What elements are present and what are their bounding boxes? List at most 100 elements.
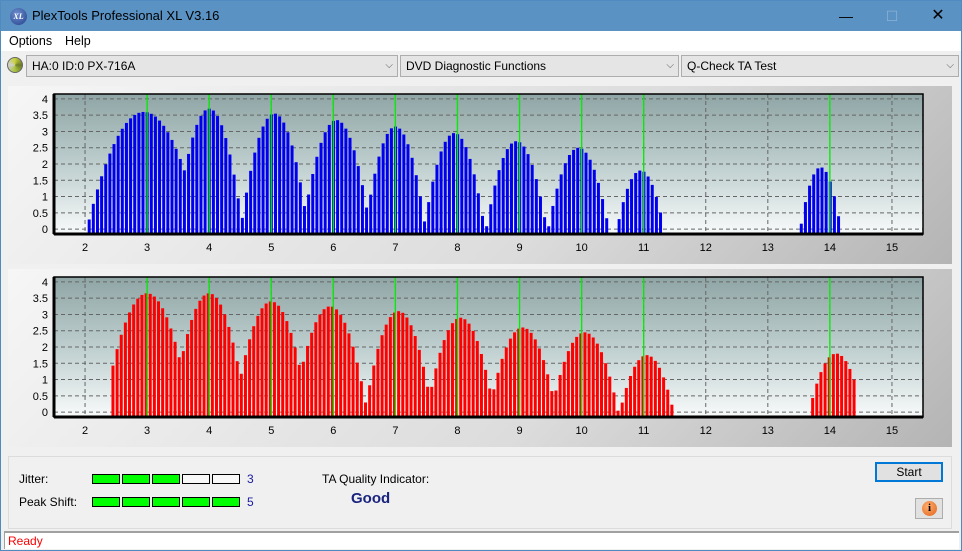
histogram-bar xyxy=(808,185,812,234)
function-select[interactable]: DVD Diagnostic Functions ⌵ xyxy=(400,55,679,77)
x-tick-label: 10 xyxy=(575,425,587,437)
histogram-bar xyxy=(243,355,247,417)
histogram-bar xyxy=(645,355,649,417)
histogram-bar xyxy=(513,332,517,417)
histogram-bar xyxy=(423,221,427,234)
histogram-bar xyxy=(190,319,194,417)
histogram-bar xyxy=(182,170,186,234)
peak-shift-label: Peak Shift: xyxy=(19,495,78,509)
x-tick-label: 8 xyxy=(454,425,460,437)
histogram-bar xyxy=(591,337,595,417)
title-bar[interactable]: XL PlexTools Professional XL V3.16 — ☐ ✕ xyxy=(1,1,961,31)
histogram-bar xyxy=(492,389,496,417)
peak-shift-meter-segment xyxy=(92,497,120,507)
histogram-bar xyxy=(551,205,555,234)
y-tick-label: 1.5 xyxy=(33,358,48,370)
menu-help[interactable]: Help xyxy=(65,34,91,48)
histogram-bar xyxy=(824,171,828,234)
close-button[interactable]: ✕ xyxy=(915,1,961,31)
histogram-bar xyxy=(525,328,529,417)
histogram-bar xyxy=(401,312,405,417)
histogram-bar xyxy=(464,147,468,234)
histogram-bar xyxy=(567,155,571,234)
land-chart-panel: 0 0.5 1 1.5 2 2.5 3 3.5 4 2 3 4 5 6 7 8 9 10 11 12 13 14 15 xyxy=(8,86,952,264)
histogram-bar xyxy=(137,112,141,234)
histogram-bar xyxy=(231,342,235,417)
histogram-bar xyxy=(819,372,823,417)
histogram-bar xyxy=(169,328,173,417)
x-tick-label: 3 xyxy=(144,242,150,254)
x-tick-label: 4 xyxy=(206,425,212,437)
histogram-bar xyxy=(554,390,558,417)
ta-quality-label: TA Quality Indicator: xyxy=(322,472,430,486)
histogram-bar xyxy=(148,293,152,417)
histogram-bar xyxy=(489,204,493,234)
histogram-bar xyxy=(600,352,604,417)
histogram-bar xyxy=(315,156,319,234)
histogram-bar xyxy=(128,312,132,417)
histogram-bar xyxy=(628,375,632,417)
histogram-bar xyxy=(488,388,492,417)
histogram-bar xyxy=(339,314,343,417)
x-tick-label: 13 xyxy=(762,425,774,437)
x-tick-label: 6 xyxy=(330,242,336,254)
histogram-bar xyxy=(194,308,198,417)
status-text: Ready xyxy=(8,534,43,548)
histogram-bar xyxy=(852,379,856,417)
info-button[interactable]: i xyxy=(915,498,943,519)
histogram-bar xyxy=(563,163,567,234)
histogram-bar xyxy=(281,312,285,417)
info-icon: i xyxy=(922,501,937,516)
test-select[interactable]: Q-Check TA Test ⌵ xyxy=(681,55,959,77)
histogram-bar xyxy=(297,364,301,417)
histogram-bar xyxy=(278,116,282,234)
menu-options[interactable]: Options xyxy=(9,34,52,48)
histogram-bar xyxy=(650,184,654,234)
x-tick-label: 10 xyxy=(575,242,587,254)
peak-shift-value: 5 xyxy=(247,495,254,509)
histogram-bar xyxy=(509,143,513,234)
peak-shift-meter-segment xyxy=(122,497,150,507)
minimize-button[interactable]: — xyxy=(823,1,869,31)
start-button[interactable]: Start xyxy=(875,462,943,482)
histogram-bar xyxy=(625,188,629,234)
histogram-bar xyxy=(398,128,402,234)
histogram-bar xyxy=(227,326,231,417)
maximize-button[interactable]: ☐ xyxy=(869,1,915,31)
histogram-bar xyxy=(120,128,124,234)
histogram-bar xyxy=(377,156,381,234)
histogram-bar xyxy=(612,392,616,417)
pit-histogram-chart: 0 0.5 1 1.5 2 2.5 3 3.5 4 2 3 4 5 6 7 8 9 10 11 12 13 14 15 xyxy=(33,276,924,437)
histogram-bar xyxy=(624,387,628,417)
histogram-bar xyxy=(252,326,256,417)
histogram-bar xyxy=(286,132,290,234)
histogram-bar xyxy=(538,196,542,234)
histogram-bar xyxy=(522,146,526,234)
y-tick-label: 0 xyxy=(42,224,48,236)
histogram-bar xyxy=(666,389,670,417)
histogram-bar xyxy=(253,152,257,234)
jitter-label: Jitter: xyxy=(19,472,49,486)
histogram-bar xyxy=(587,333,591,417)
histogram-bar xyxy=(326,306,330,417)
histogram-bar xyxy=(140,294,144,417)
histogram-bar xyxy=(355,362,359,417)
histogram-bar xyxy=(198,300,202,417)
histogram-bar xyxy=(476,193,480,234)
x-tick-label: 11 xyxy=(638,425,649,437)
histogram-bar xyxy=(388,317,392,417)
histogram-bar xyxy=(831,354,835,417)
ta-quality-value: Good xyxy=(351,490,391,507)
histogram-bar xyxy=(310,332,314,417)
histogram-bar xyxy=(840,355,844,417)
histogram-bar xyxy=(575,336,579,417)
drive-select[interactable]: HA:0 ID:0 PX-716A ⌵ xyxy=(26,55,398,77)
x-tick-label: 15 xyxy=(886,242,898,254)
histogram-bar xyxy=(803,202,807,234)
histogram-bar xyxy=(149,113,153,234)
histogram-bar xyxy=(576,147,580,234)
drive-select-value: HA:0 ID:0 PX-716A xyxy=(32,59,136,73)
histogram-bar xyxy=(584,152,588,234)
histogram-bar xyxy=(637,360,641,417)
histogram-bar xyxy=(224,138,228,234)
